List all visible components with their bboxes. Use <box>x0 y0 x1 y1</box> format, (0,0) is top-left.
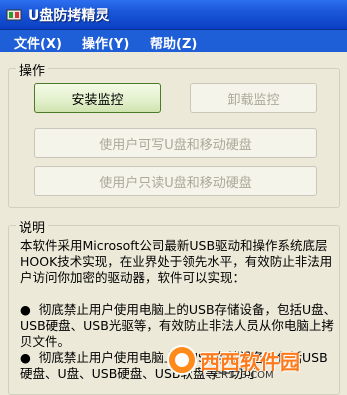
usb-drive-icon <box>6 9 22 21</box>
app-window: U盘防拷精灵 文件(X) 操作(Y) 帮助(Z) 操作 安装监控 卸载监控 使用… <box>0 0 347 395</box>
watermark-sub: CR173.COM <box>214 370 274 381</box>
read-only-button[interactable]: 使用户只读U盘和移动硬盘 <box>34 166 317 196</box>
description-group-label: 说明 <box>16 217 49 236</box>
window-title: U盘防拷精灵 <box>28 8 110 24</box>
operations-group-label: 操作 <box>16 60 49 79</box>
uninstall-monitor-button[interactable]: 卸载监控 <box>190 83 317 113</box>
watermark-logo-icon <box>167 345 197 375</box>
install-monitor-button[interactable]: 安装监控 <box>34 83 161 113</box>
allow-write-button[interactable]: 使用户可写U盘和移动硬盘 <box>34 128 317 158</box>
menu-help[interactable]: 帮助(Z) <box>150 33 197 52</box>
title-bar[interactable]: U盘防拷精灵 <box>0 0 347 30</box>
menu-operation[interactable]: 操作(Y) <box>82 33 129 52</box>
watermark: 西西软件园 CR173.COM <box>160 340 347 386</box>
menu-file[interactable]: 文件(X) <box>14 33 62 52</box>
menu-bar: 文件(X) 操作(Y) 帮助(Z) <box>0 30 347 52</box>
